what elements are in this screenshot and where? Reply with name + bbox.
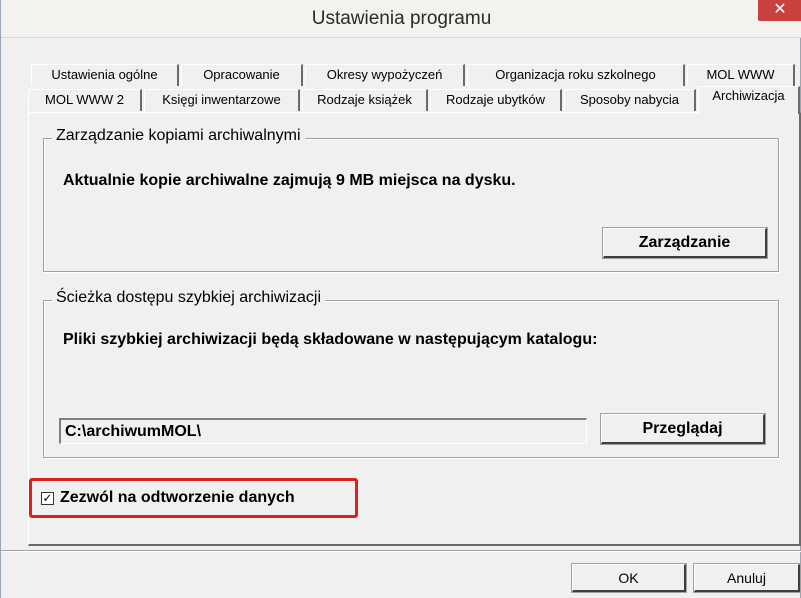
tab-school-year[interactable]: Organizacja roku szkolnego	[467, 64, 685, 86]
archive-size-info: Aktualnie kopie archiwalne zajmują 9 MB …	[63, 172, 516, 189]
ok-button[interactable]: OK	[571, 563, 687, 593]
tab-book-types[interactable]: Rodzaje książek	[302, 89, 428, 111]
title-bar[interactable]: Ustawienia programu ✕	[1, 0, 801, 38]
tab-mol-www-2[interactable]: MOL WWW 2	[28, 89, 142, 111]
settings-dialog: Ustawienia programu ✕ Ustawienia ogólne …	[0, 0, 801, 598]
checkmark-icon: ✓	[42, 490, 53, 505]
quick-archive-info: Pliki szybkiej archiwizacji będą składow…	[63, 331, 598, 348]
restore-checkbox-label: Zezwól na odtworzenie danych	[60, 489, 295, 506]
browse-button[interactable]: Przeglądaj	[600, 413, 766, 445]
tab-inventory-books[interactable]: Księgi inwentarzowe	[144, 89, 300, 111]
tab-loan-periods[interactable]: Okresy wypożyczeń	[305, 64, 465, 86]
tab-mol-www[interactable]: MOL WWW	[687, 64, 795, 86]
quick-archive-title: Ścieżka dostępu szybkiej archiwizacji	[52, 289, 325, 307]
cancel-button[interactable]: Anuluj	[693, 563, 801, 593]
manage-button[interactable]: Zarządzanie	[602, 227, 768, 259]
tab-acquisition-methods[interactable]: Sposoby nabycia	[564, 89, 696, 111]
archive-path-field[interactable]	[59, 418, 587, 444]
restore-checkbox[interactable]: ✓	[41, 490, 54, 505]
footer-separator	[1, 550, 801, 552]
restore-checkbox-row[interactable]: ✓ Zezwól na odtworzenie danych	[41, 488, 295, 508]
close-button[interactable]: ✕	[758, 0, 801, 21]
close-icon: ✕	[773, 1, 787, 18]
archive-copies-title: Zarządzanie kopiami archiwalnymi	[52, 127, 305, 145]
tab-archiving[interactable]: Archiwizacja	[698, 86, 800, 114]
tab-loss-types[interactable]: Rodzaje ubytków	[430, 89, 562, 111]
tab-processing[interactable]: Opracowanie	[181, 64, 303, 86]
tab-general-settings[interactable]: Ustawienia ogólne	[31, 64, 179, 86]
window-title: Ustawienia programu	[311, 8, 492, 29]
